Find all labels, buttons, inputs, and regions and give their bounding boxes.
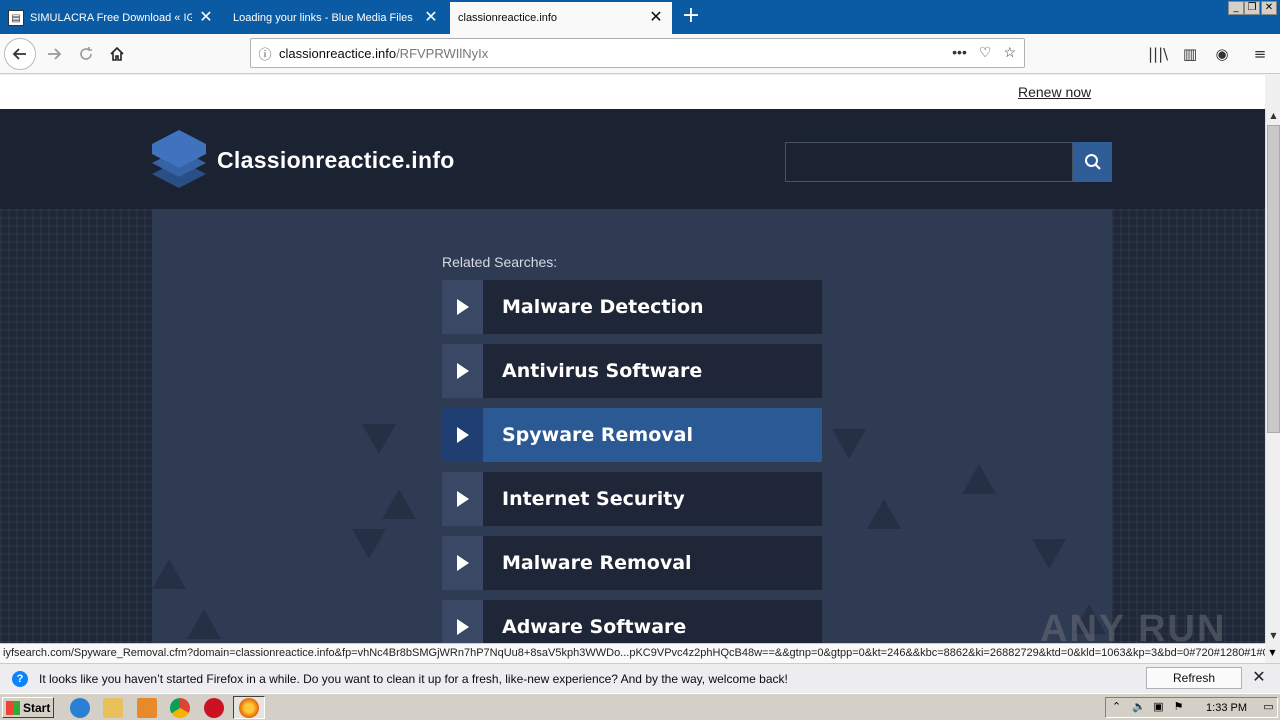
tab-title: classionreactice.info xyxy=(458,12,558,24)
home-icon[interactable] xyxy=(101,38,133,70)
decor-triangle xyxy=(352,529,386,559)
decor-triangle xyxy=(382,489,416,519)
page-actions-icon[interactable]: ••• xyxy=(952,44,967,61)
start-button[interactable]: Start xyxy=(2,697,54,718)
action-center-flag-icon[interactable]: ⚑ xyxy=(1172,701,1185,714)
media-player-icon[interactable] xyxy=(137,698,157,718)
sidebar-icon[interactable]: ▥ xyxy=(1180,45,1200,63)
play-arrow-icon xyxy=(442,536,483,590)
related-search-label: Antivirus Software xyxy=(502,360,703,382)
status-url: iyfsearch.com/Spyware_Removal.cfm?domain… xyxy=(0,643,1265,663)
url-host: classionreactice.info xyxy=(279,45,397,61)
firefox-taskbar-button[interactable] xyxy=(233,696,265,719)
back-arrow-icon[interactable] xyxy=(4,38,36,70)
tab-strip: ▤ SIMULACRA Free Download « IGG ✕ Loadin… xyxy=(0,0,1280,34)
bookmark-star-icon[interactable]: ☆ xyxy=(1003,44,1016,61)
tab-blue-media[interactable]: Loading your links - Blue Media Files ✕ xyxy=(225,2,447,34)
explorer-folder-icon[interactable] xyxy=(103,698,123,718)
system-tray: ⌃ 🔈 ▣ ⚑ 1:33 PM ▭ xyxy=(1105,697,1278,718)
decor-triangle xyxy=(867,499,901,529)
decor-triangle xyxy=(152,559,186,589)
decor-triangle xyxy=(187,609,221,639)
related-search-item[interactable]: Adware Software xyxy=(442,600,822,643)
related-search-item[interactable]: Internet Security xyxy=(442,472,822,526)
close-tab-icon[interactable]: ✕ xyxy=(198,10,214,26)
network-icon[interactable]: ▣ xyxy=(1152,701,1165,714)
related-search-label: Adware Software xyxy=(502,616,687,638)
site-search-input[interactable] xyxy=(785,142,1073,182)
chrome-icon[interactable] xyxy=(170,698,190,718)
decor-triangle xyxy=(1032,539,1066,569)
forward-arrow-icon[interactable] xyxy=(38,38,70,70)
notification-bar: ? It looks like you haven’t started Fire… xyxy=(0,663,1280,705)
tab-simulacra[interactable]: ▤ SIMULACRA Free Download « IGG ✕ xyxy=(0,2,222,34)
search-button[interactable] xyxy=(1073,142,1112,182)
status-scroll-icon: ▼ xyxy=(1265,643,1280,663)
decor-triangle xyxy=(362,424,396,454)
restore-icon[interactable]: ❐ xyxy=(1244,1,1260,15)
navigation-bar: ⓘ classionreactice.info/RFVPRWIlNyIx •••… xyxy=(0,34,1280,74)
close-window-icon[interactable]: ✕ xyxy=(1261,1,1277,15)
renew-now-link[interactable]: Renew now xyxy=(1018,84,1091,100)
play-arrow-icon xyxy=(442,600,483,643)
menu-hamburger-icon[interactable]: ≡ xyxy=(1250,45,1270,63)
scroll-down-arrow-icon[interactable]: ▼ xyxy=(1266,628,1280,643)
reload-icon[interactable] xyxy=(70,38,102,70)
related-search-label: Spyware Removal xyxy=(502,424,694,446)
search-icon xyxy=(1084,154,1101,170)
firefox-icon xyxy=(239,698,259,718)
site-favicon-icon: ▤ xyxy=(8,10,24,26)
related-searches-label: Related Searches: xyxy=(442,254,558,270)
library-icon[interactable]: |||\ xyxy=(1148,45,1168,63)
tab-classionreactice[interactable]: classionreactice.info ✕ xyxy=(450,2,672,34)
new-tab-plus-icon[interactable]: + xyxy=(680,4,702,28)
renew-bar: Renew now xyxy=(0,75,1265,109)
play-arrow-icon xyxy=(442,280,483,334)
show-desktop-icon[interactable]: ▭ xyxy=(1262,701,1275,714)
site-name: Classionreactice.info xyxy=(217,147,455,173)
related-search-label: Internet Security xyxy=(502,488,685,510)
scroll-up-arrow-icon[interactable]: ▲ xyxy=(1266,108,1280,123)
refresh-firefox-button[interactable]: Refresh Firefox… xyxy=(1146,667,1242,705)
related-search-item[interactable]: Antivirus Software xyxy=(442,344,822,398)
taskbar: Start ⌃ 🔈 ▣ ⚑ 1:33 PM ▭ xyxy=(0,693,1280,720)
play-arrow-icon xyxy=(442,344,483,398)
related-search-label: Malware Detection xyxy=(502,296,704,318)
notification-message: It looks like you haven’t started Firefo… xyxy=(39,672,788,686)
related-search-item[interactable]: Malware Detection xyxy=(442,280,822,334)
info-icon[interactable]: ⓘ xyxy=(251,44,279,63)
tab-title: SIMULACRA Free Download « IGG xyxy=(30,12,192,24)
minimize-icon[interactable]: _ xyxy=(1228,1,1244,15)
clock: 1:33 PM xyxy=(1206,702,1247,714)
tab-title: Loading your links - Blue Media Files xyxy=(233,12,413,24)
close-tab-icon[interactable]: ✕ xyxy=(648,10,664,26)
question-icon: ? xyxy=(12,671,28,687)
related-search-label: Malware Removal xyxy=(502,552,692,574)
stacked-layers-logo-icon xyxy=(152,130,206,188)
url-bar[interactable]: ⓘ classionreactice.info/RFVPRWIlNyIx •••… xyxy=(250,38,1025,68)
opera-icon[interactable] xyxy=(204,698,224,718)
close-notification-icon[interactable]: ✕ xyxy=(1251,669,1267,687)
related-searches-panel: Related Searches: Malware Detection Antiv… xyxy=(152,209,1112,643)
tray-expand-icon[interactable]: ⌃ xyxy=(1110,701,1123,714)
web-content: Renew now Classionreactice.info Related … xyxy=(0,75,1265,643)
decor-triangle xyxy=(832,429,866,459)
play-arrow-icon xyxy=(442,408,483,462)
scrollbar-thumb[interactable] xyxy=(1267,125,1280,433)
windows-flag-icon xyxy=(6,700,20,715)
pocket-icon[interactable]: ♡ xyxy=(979,44,992,61)
related-search-item[interactable]: Spyware Removal xyxy=(442,408,822,462)
play-arrow-icon xyxy=(442,472,483,526)
start-label: Start xyxy=(23,700,51,715)
page-scrollbar[interactable]: ▲ ▼ xyxy=(1265,108,1280,643)
volume-icon[interactable]: 🔈 xyxy=(1132,701,1146,714)
url-path: /RFVPRWIlNyIx xyxy=(396,45,489,61)
account-icon[interactable]: ◉ xyxy=(1212,45,1232,63)
decor-triangle xyxy=(962,464,996,494)
site-header: Classionreactice.info xyxy=(0,109,1265,209)
close-tab-icon[interactable]: ✕ xyxy=(423,10,439,26)
ie-icon[interactable] xyxy=(70,698,90,718)
related-search-item[interactable]: Malware Removal xyxy=(442,536,822,590)
